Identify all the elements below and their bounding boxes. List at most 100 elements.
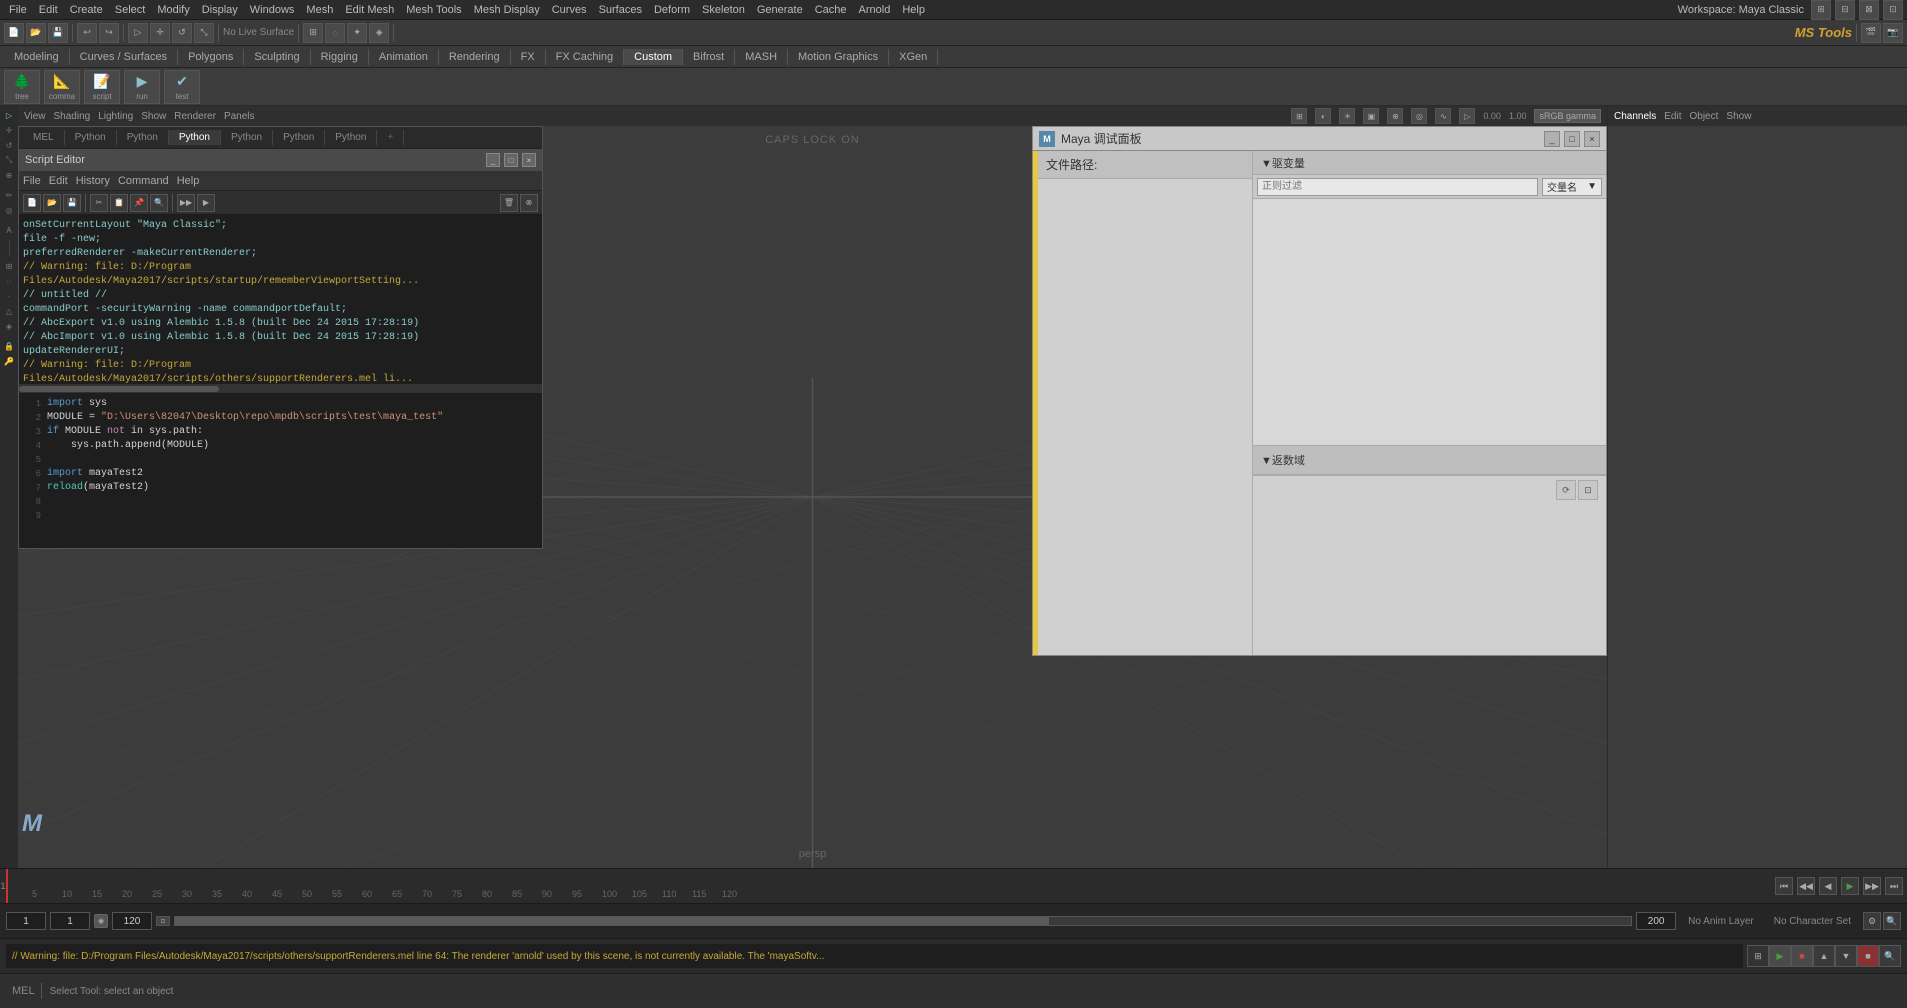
range-end-current[interactable]: 120 — [112, 912, 152, 930]
custom-btn-script[interactable]: 📝 script — [84, 70, 120, 104]
move-tool-btn[interactable]: ✛ — [2, 123, 16, 137]
menu-help[interactable]: Help — [897, 4, 930, 16]
pb-prev-key[interactable]: ◀◀ — [1797, 877, 1815, 895]
maya-var-area[interactable] — [1253, 199, 1606, 445]
script-tab-python3[interactable]: Python — [169, 130, 221, 145]
script-tab-python4[interactable]: Python — [221, 130, 273, 145]
se-menu-file[interactable]: File — [23, 175, 41, 187]
timeline-numbers[interactable]: 5 10 15 20 25 30 35 40 45 50 55 60 65 70… — [6, 869, 1771, 903]
range-current-field[interactable]: 1 — [50, 912, 90, 930]
se-menu-help[interactable]: Help — [177, 175, 200, 187]
select-icon[interactable]: ▷ — [128, 23, 148, 43]
menu-create[interactable]: Create — [65, 4, 108, 16]
render-icon[interactable]: 🎬 — [1861, 23, 1881, 43]
snap-point-icon[interactable]: ✦ — [347, 23, 367, 43]
se-btn-find[interactable]: 🔍 — [150, 194, 168, 212]
vp-view-menu[interactable]: View — [24, 111, 46, 122]
status-search-btn[interactable]: 🔍 — [1879, 945, 1901, 967]
pb-next[interactable]: ▶▶ — [1863, 877, 1881, 895]
layout-icon-1[interactable]: ⊞ — [1811, 0, 1831, 20]
tab-fx[interactable]: FX — [511, 49, 546, 65]
snap-live-btn[interactable]: ◈ — [2, 319, 16, 333]
srgb-dropdown[interactable]: sRGB gamma — [1534, 109, 1601, 123]
maya-section1-header[interactable]: ▼驱变量 — [1253, 151, 1606, 175]
script-editor-close[interactable]: × — [522, 153, 536, 167]
script-scrollbar[interactable] — [19, 385, 542, 393]
menu-select[interactable]: Select — [110, 4, 151, 16]
vp-renderer-menu[interactable]: Renderer — [174, 111, 216, 122]
tab-fx-caching[interactable]: FX Caching — [546, 49, 624, 65]
menu-file[interactable]: File — [4, 4, 32, 16]
status-icon[interactable]: ⊞ — [1747, 945, 1769, 967]
vp-tool4[interactable]: ▣ — [1363, 108, 1379, 124]
maya-section2-header[interactable]: ▼返数域 — [1253, 445, 1606, 475]
side-btn-extra2[interactable]: 🔑 — [2, 354, 16, 368]
key-indicator[interactable]: ◉ — [94, 914, 108, 928]
snap-grid-side-btn[interactable]: ⊞ — [2, 259, 16, 273]
vp-tool2[interactable]: ◐ — [1315, 108, 1331, 124]
menu-curves[interactable]: Curves — [547, 4, 592, 16]
layout-icon-2[interactable]: ⊟ — [1835, 0, 1855, 20]
attr-btn[interactable]: A — [2, 223, 16, 237]
script-output[interactable]: onSetCurrentLayout "Maya Classic"; file … — [19, 215, 542, 385]
select-tool-btn[interactable]: ▷ — [2, 108, 16, 122]
vp-show-menu[interactable]: Show — [141, 111, 166, 122]
script-input[interactable]: 1 import sys 2 MODULE = "D:\Users\82047\… — [19, 393, 542, 548]
se-btn-cut[interactable]: ✂ — [90, 194, 108, 212]
channels-tab-edit[interactable]: Edit — [1664, 111, 1681, 122]
script-scrollbar-thumb[interactable] — [19, 386, 219, 392]
script-tab-python6[interactable]: Python — [325, 130, 377, 145]
script-tab-python1[interactable]: Python — [65, 130, 117, 145]
script-editor-maximize[interactable]: □ — [504, 153, 518, 167]
tab-rigging[interactable]: Rigging — [311, 49, 369, 65]
vp-lighting-menu[interactable]: Lighting — [98, 111, 133, 122]
universal-tool-btn[interactable]: ⊕ — [2, 168, 16, 182]
menu-deform[interactable]: Deform — [649, 4, 695, 16]
open-icon[interactable]: 📂 — [26, 23, 46, 43]
vp-tool6[interactable]: ◎ — [1411, 108, 1427, 124]
layout-icon-4[interactable]: ⊡ — [1883, 0, 1903, 20]
se-btn-clear-all[interactable]: 🗑 — [500, 194, 518, 212]
menu-mesh-display[interactable]: Mesh Display — [469, 4, 545, 16]
menu-mesh-tools[interactable]: Mesh Tools — [401, 4, 466, 16]
se-btn-exec-all[interactable]: ▶▶ — [177, 194, 195, 212]
tab-bifrost[interactable]: Bifrost — [683, 49, 735, 65]
maya-debug-close[interactable]: × — [1584, 131, 1600, 147]
channels-tab-show[interactable]: Show — [1726, 111, 1751, 122]
snap-point-side-btn[interactable]: · — [2, 289, 16, 303]
move-icon[interactable]: ✛ — [150, 23, 170, 43]
tab-custom[interactable]: Custom — [624, 49, 683, 65]
pb-start[interactable]: ⏮ — [1775, 877, 1793, 895]
menu-windows[interactable]: Windows — [245, 4, 300, 16]
snap-curve-icon[interactable]: ◌ — [325, 23, 345, 43]
soft-select-btn[interactable]: ◎ — [2, 203, 16, 217]
tab-sculpting[interactable]: Sculpting — [244, 49, 310, 65]
tab-modeling[interactable]: Modeling — [4, 49, 70, 65]
custom-btn-tree[interactable]: 🌲 tree — [4, 70, 40, 104]
snap-curve-side-btn[interactable]: ◌ — [2, 274, 16, 288]
save-icon[interactable]: 💾 — [48, 23, 68, 43]
vp-shading-menu[interactable]: Shading — [54, 111, 91, 122]
custom-btn-test[interactable]: ✔ test — [164, 70, 200, 104]
menu-edit-mesh[interactable]: Edit Mesh — [340, 4, 399, 16]
menu-skeleton[interactable]: Skeleton — [697, 4, 750, 16]
layout-icon-3[interactable]: ⊠ — [1859, 0, 1879, 20]
rotate-tool-btn[interactable]: ↺ — [2, 138, 16, 152]
vp-tool1[interactable]: ⊞ — [1291, 108, 1307, 124]
viewport-canvas[interactable]: CAPS LOCK ON persp MEL Python Python Pyt… — [18, 126, 1607, 868]
menu-edit[interactable]: Edit — [34, 4, 63, 16]
new-icon[interactable]: 📄 — [4, 23, 24, 43]
se-btn-save[interactable]: 💾 — [63, 194, 81, 212]
custom-btn-comma[interactable]: 📐 comma — [44, 70, 80, 104]
status-up-btn[interactable]: ▲ — [1813, 945, 1835, 967]
tab-animation[interactable]: Animation — [369, 49, 439, 65]
status-red-btn[interactable]: ■ — [1857, 945, 1879, 967]
tab-xgen[interactable]: XGen — [889, 49, 938, 65]
vp-tool8[interactable]: ▷ — [1459, 108, 1475, 124]
scale-icon[interactable]: ⤡ — [194, 23, 214, 43]
snap-surface-icon[interactable]: ◈ — [369, 23, 389, 43]
pb-play[interactable]: ▶ — [1841, 877, 1859, 895]
menu-surfaces[interactable]: Surfaces — [594, 4, 647, 16]
vp-tool7[interactable]: ∿ — [1435, 108, 1451, 124]
snap-grid-icon[interactable]: ⊞ — [303, 23, 323, 43]
